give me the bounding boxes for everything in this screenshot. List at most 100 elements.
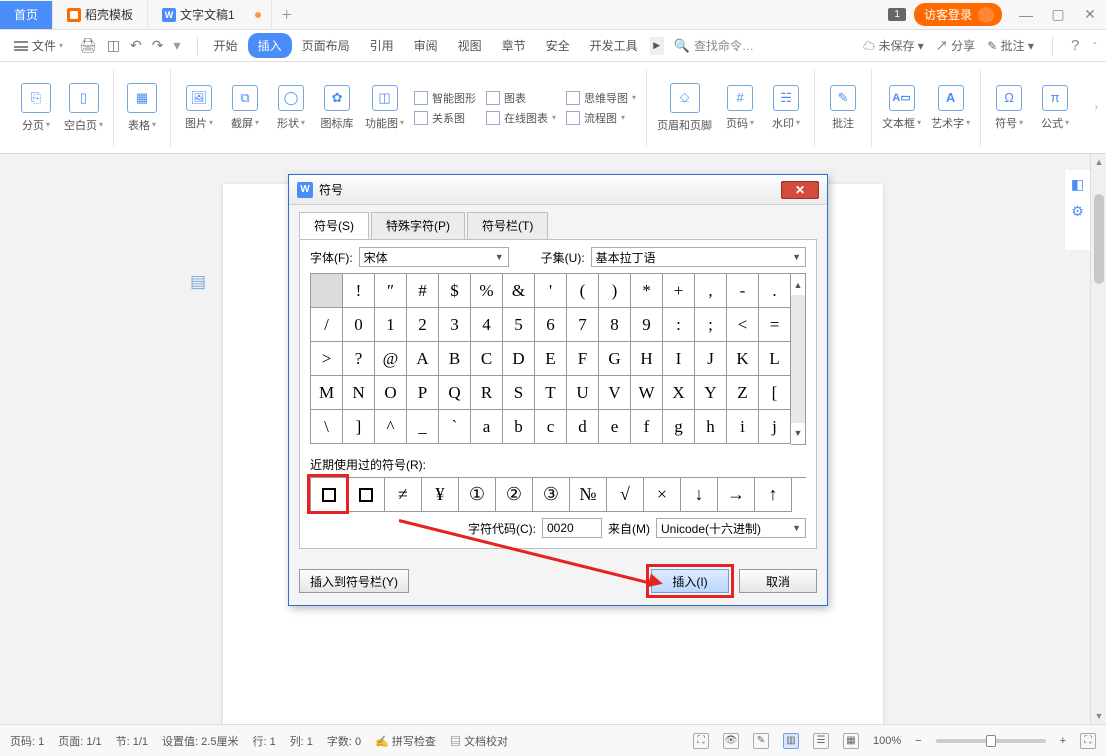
menu-tab-安全[interactable]: 安全 <box>536 33 580 58</box>
symbol-cell[interactable]: - <box>727 274 759 308</box>
view-web-icon[interactable]: ▦ <box>843 733 859 749</box>
fit-page-icon[interactable]: ⛶ <box>1080 733 1096 749</box>
zoom-knob[interactable] <box>986 735 996 747</box>
recent-symbol-cell[interactable]: × <box>644 478 681 512</box>
tab-symbols[interactable]: 符号(S) <box>299 212 369 239</box>
recent-symbol-cell[interactable]: √ <box>607 478 644 512</box>
symbol-cell[interactable]: O <box>375 376 407 410</box>
symbol-cell[interactable]: ] <box>343 410 375 444</box>
status-section[interactable]: 节: 1/1 <box>116 733 148 749</box>
symbol-cell[interactable]: ^ <box>375 410 407 444</box>
header-footer-button[interactable]: ⎐页眉和页脚 <box>657 83 712 133</box>
recent-symbol-cell[interactable]: ≠ <box>385 478 422 512</box>
file-menu[interactable]: 文件▾ <box>8 37 69 54</box>
table-button[interactable]: ▦表格▾ <box>124 83 160 133</box>
symbol-cell[interactable]: d <box>567 410 599 444</box>
status-page-of[interactable]: 页面: 1/1 <box>58 733 101 749</box>
symbol-cell[interactable]: 0 <box>343 308 375 342</box>
tab-special-chars[interactable]: 特殊字符(P) <box>371 212 465 239</box>
symbol-cell[interactable]: R <box>471 376 503 410</box>
view-fullscreen-icon[interactable]: ⛶ <box>693 733 709 749</box>
symbol-cell[interactable]: W <box>631 376 663 410</box>
comment-button[interactable]: ✎批注 <box>825 85 861 131</box>
symbol-cell[interactable]: S <box>503 376 535 410</box>
grid-scroll-down-icon[interactable]: ▼ <box>791 423 805 444</box>
symbol-cell[interactable]: K <box>727 342 759 376</box>
symbol-cell[interactable]: F <box>567 342 599 376</box>
collapse-ribbon-icon[interactable]: ⌃ <box>1091 41 1098 50</box>
symbol-cell[interactable]: C <box>471 342 503 376</box>
symbol-cell[interactable]: U <box>567 376 599 410</box>
symbol-cell[interactable]: + <box>663 274 695 308</box>
menu-tab-开始[interactable]: 开始 <box>204 33 248 58</box>
formula-button[interactable]: π公式▾ <box>1037 85 1073 131</box>
grid-scroll-track[interactable] <box>791 295 805 423</box>
symbol-cell[interactable]: A <box>407 342 439 376</box>
qat-print-preview-icon[interactable]: ◫ <box>107 37 120 54</box>
menu-tab-页面布局[interactable]: 页面布局 <box>292 33 360 58</box>
qat-redo-icon[interactable]: ↷ <box>152 37 164 54</box>
symbol-cell[interactable]: 4 <box>471 308 503 342</box>
tab-home[interactable]: 首页 <box>0 1 53 29</box>
font-select[interactable]: 宋体▼ <box>359 247 509 267</box>
symbol-cell[interactable]: H <box>631 342 663 376</box>
symbol-cell[interactable]: P <box>407 376 439 410</box>
symbol-cell[interactable]: / <box>311 308 343 342</box>
symbol-cell[interactable]: I <box>663 342 695 376</box>
subset-select[interactable]: 基本拉丁语▼ <box>591 247 806 267</box>
qat-undo-icon[interactable]: ↶ <box>130 37 142 54</box>
screenshot-button[interactable]: ⧉截屏▾ <box>227 85 263 131</box>
command-search[interactable]: 🔍查找命令… <box>674 37 754 54</box>
menu-scroll-right[interactable]: ▶ <box>650 37 664 55</box>
symbol-cell[interactable]: ; <box>695 308 727 342</box>
window-minimize[interactable]: — <box>1010 3 1042 27</box>
side-tool-icon-2[interactable]: ⚙ <box>1071 203 1084 220</box>
symbol-cell[interactable]: L <box>759 342 791 376</box>
login-button[interactable]: 访客登录 <box>914 3 1002 26</box>
status-charcount[interactable]: 字数: 0 <box>327 733 361 749</box>
help-button[interactable]: ? <box>1071 37 1079 54</box>
textbox-button[interactable]: A▭文本框▾ <box>882 85 921 131</box>
symbol-cell[interactable]: B <box>439 342 471 376</box>
zoom-slider[interactable] <box>936 739 1046 743</box>
symbol-cell[interactable]: Q <box>439 376 471 410</box>
status-page-number[interactable]: 页码: 1 <box>10 733 44 749</box>
share-button[interactable]: ↗ 分享 <box>936 37 975 54</box>
symbol-cell[interactable]: ? <box>343 342 375 376</box>
symbol-cell[interactable]: J <box>695 342 727 376</box>
symbol-cell[interactable]: T <box>535 376 567 410</box>
menu-tab-视图[interactable]: 视图 <box>448 33 492 58</box>
symbol-cell[interactable]: 3 <box>439 308 471 342</box>
symbol-cell[interactable]: a <box>471 410 503 444</box>
recent-symbol-cell[interactable]: ② <box>496 478 533 512</box>
grid-scroll-up-icon[interactable]: ▲ <box>791 274 805 295</box>
side-tool-icon-1[interactable]: ◧ <box>1071 176 1084 193</box>
symbol-cell[interactable]: D <box>503 342 535 376</box>
wordart-button[interactable]: A艺术字▾ <box>931 85 970 131</box>
recent-symbol-cell[interactable]: → <box>718 478 755 512</box>
symbol-cell[interactable]: 8 <box>599 308 631 342</box>
view-focus-icon[interactable]: 👁 <box>723 733 739 749</box>
qat-customize-icon[interactable]: ▾ <box>174 37 181 54</box>
symbol-cell[interactable]: Y <box>695 376 727 410</box>
status-position[interactable]: 设置值: 2.5厘米 <box>162 733 238 749</box>
dialog-close-button[interactable]: ✕ <box>781 181 819 199</box>
scroll-thumb[interactable] <box>1094 194 1104 284</box>
symbol-cell[interactable]: _ <box>407 410 439 444</box>
unsaved-indicator[interactable]: ☁ 未保存 ▾ <box>863 37 924 54</box>
symbol-cell[interactable]: i <box>727 410 759 444</box>
menu-tab-审阅[interactable]: 审阅 <box>404 33 448 58</box>
insert-to-bar-button[interactable]: 插入到符号栏(Y) <box>299 569 409 593</box>
symbol-cell[interactable]: , <box>695 274 727 308</box>
smart-graphic-button[interactable]: 智能图形 <box>414 90 476 106</box>
tab-add[interactable]: ＋ <box>272 1 302 29</box>
cancel-button[interactable]: 取消 <box>739 569 817 593</box>
recent-symbol-cell[interactable] <box>348 478 385 512</box>
symbol-cell[interactable]: & <box>503 274 535 308</box>
symbol-cell[interactable]: h <box>695 410 727 444</box>
shape-button[interactable]: ◯形状▾ <box>273 85 309 131</box>
zoom-out-icon[interactable]: − <box>915 735 921 747</box>
tab-document[interactable]: W文字文稿1 <box>148 1 272 29</box>
tab-symbol-bar[interactable]: 符号栏(T) <box>467 212 548 239</box>
symbol-cell[interactable]: @ <box>375 342 407 376</box>
